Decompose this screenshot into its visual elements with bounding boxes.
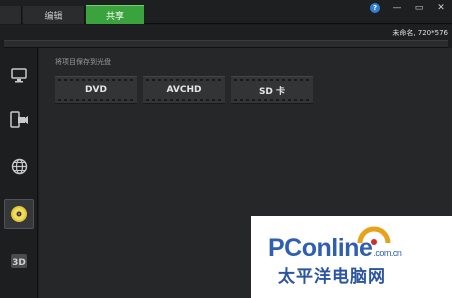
tab-label: 共享 [105, 11, 124, 22]
globe-icon [11, 158, 27, 174]
close-icon[interactable]: ✕ [436, 3, 446, 13]
sidebar-item-device[interactable] [4, 105, 34, 135]
minimize-icon[interactable]: — [392, 3, 402, 13]
sd-card-button[interactable]: SD 卡 [231, 76, 313, 104]
sd-card-label: SD 卡 [258, 86, 286, 97]
divider [4, 40, 448, 48]
dvd-button[interactable]: DVD [55, 76, 137, 104]
tab-label: 编辑 [44, 11, 63, 22]
disc-icon [11, 206, 27, 222]
sidebar-item-computer[interactable] [4, 60, 34, 90]
tab-share[interactable]: 共享 [86, 5, 144, 24]
avchd-button[interactable]: AVCHD [143, 76, 225, 104]
watermark-logo: PConline.com.cn [268, 234, 402, 262]
window-controls: ? — ▭ ✕ [370, 3, 446, 13]
restore-icon[interactable]: ▭ [414, 3, 424, 13]
tab-capture[interactable] [0, 6, 22, 24]
section-title: 将项目保存到光盘 [55, 58, 111, 66]
sidebar-item-disc[interactable] [4, 199, 34, 229]
tab-edit[interactable]: 编辑 [23, 6, 85, 24]
project-info: 未命名, 720*576 [392, 29, 448, 37]
help-icon[interactable]: ? [370, 3, 380, 13]
sidebar-item-3d[interactable]: 3D [4, 246, 34, 276]
3d-icon: 3D [11, 254, 27, 268]
title-bar: 编辑 共享 ? — ▭ ✕ [0, 0, 452, 24]
avchd-label: AVCHD [166, 85, 202, 95]
dvd-label: DVD [85, 85, 107, 95]
project-info-bar: 未命名, 720*576 [0, 25, 452, 40]
sidebar-item-web[interactable] [4, 151, 34, 181]
watermark-chinese-name: 太平洋电脑网 [278, 267, 386, 287]
sidebar: 3D [0, 48, 38, 298]
mobile-device-icon [10, 111, 28, 128]
monitor-icon [11, 67, 27, 82]
3d-label: 3D [12, 258, 26, 268]
pconline-watermark: PConline.com.cn 太平洋电脑网 [251, 216, 452, 298]
